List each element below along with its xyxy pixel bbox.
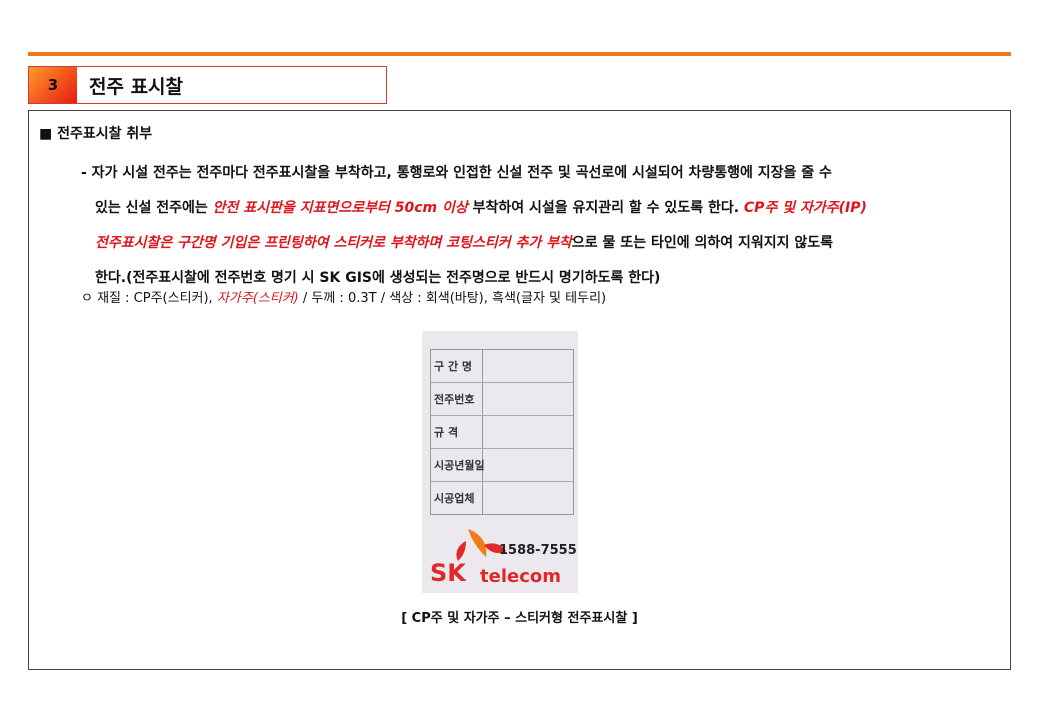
sticker-label: 시공업체	[431, 482, 483, 514]
content-box: ■ 전주표시찰 취부 - 자가 시설 전주는 전주마다 전주표시찰을 부착하고,…	[28, 110, 1011, 670]
sticker-label: 시공년월일	[431, 449, 485, 481]
section-number: 3	[29, 67, 77, 103]
top-divider	[28, 52, 1011, 56]
sticker-cell	[483, 416, 573, 448]
spec-emphasis: 자가주(스티커)	[216, 291, 299, 306]
sticker-cell	[483, 383, 573, 415]
sticker-row: 구 간 명	[431, 350, 573, 383]
brand-telecom: telecom	[480, 566, 561, 587]
figure-caption: [ CP주 및 자가주 – 스티커형 전주표시찰 ]	[401, 611, 638, 626]
emphasis-text: 전주표시찰은 구간명 기입은 프린팅하여 스티커로 부착하며 코팅스티커 추가 …	[95, 235, 572, 251]
sticker-label: 구 간 명	[431, 350, 483, 382]
text-run: 있는 신설 전주에는	[95, 200, 213, 216]
spec-text: ㅇ 재질 : CP주(스티커),	[81, 291, 217, 306]
sticker-cell	[483, 449, 573, 481]
phone-number: 1588-7555	[499, 543, 577, 558]
sticker-table: 구 간 명 전주번호 규 격 시공년월일 시공업체	[430, 349, 574, 515]
text-run: 부착하여 시설을 유지관리 할 수 있도록 한다.	[467, 200, 744, 216]
section-title: 전주 표시찰	[89, 75, 184, 98]
sticker-row: 시공년월일	[431, 449, 573, 482]
sticker-photo: 구 간 명 전주번호 규 격 시공년월일 시공업체 1588-7555 SK t…	[422, 331, 578, 593]
brand-sk: SK	[430, 559, 466, 587]
description-paragraph: - 자가 시설 전주는 전주마다 전주표시찰을 부착하고, 통행로와 인접한 신…	[81, 156, 1001, 296]
sticker-cell	[483, 350, 573, 382]
sticker-row: 전주번호	[431, 383, 573, 416]
spec-text: / 두께 : 0.3T / 색상 : 회색(바탕), 흑색(글자 및 테두리)	[298, 291, 607, 306]
para-line-2: 있는 신설 전주에는 안전 표시판을 지표면으로부터 50cm 이상 부착하여 …	[81, 191, 1001, 226]
sticker-label: 규 격	[431, 416, 483, 448]
emphasis-text: 안전 표시판을 지표면으로부터 50cm 이상	[212, 200, 468, 216]
sticker-label: 전주번호	[431, 383, 483, 415]
para-line-3: 전주표시찰은 구간명 기입은 프린팅하여 스티커로 부착하며 코팅스티커 추가 …	[81, 226, 1001, 261]
sticker-row: 규 격	[431, 416, 573, 449]
sticker-cell	[483, 482, 573, 514]
section-header: 3 전주 표시찰	[28, 66, 387, 104]
spec-line: ㅇ 재질 : CP주(스티커), 자가주(스티커) / 두께 : 0.3T / …	[81, 287, 606, 306]
para-line-1: - 자가 시설 전주는 전주마다 전주표시찰을 부착하고, 통행로와 인접한 신…	[81, 165, 832, 181]
text-run: 으로 물 또는 타인에 의하여 지워지지 않도록	[571, 235, 834, 251]
sticker-row: 시공업체	[431, 482, 573, 514]
emphasis-text: CP주 및 자가주(IP)	[743, 200, 867, 216]
subsection-heading: ■ 전주표시찰 취부	[39, 126, 153, 142]
